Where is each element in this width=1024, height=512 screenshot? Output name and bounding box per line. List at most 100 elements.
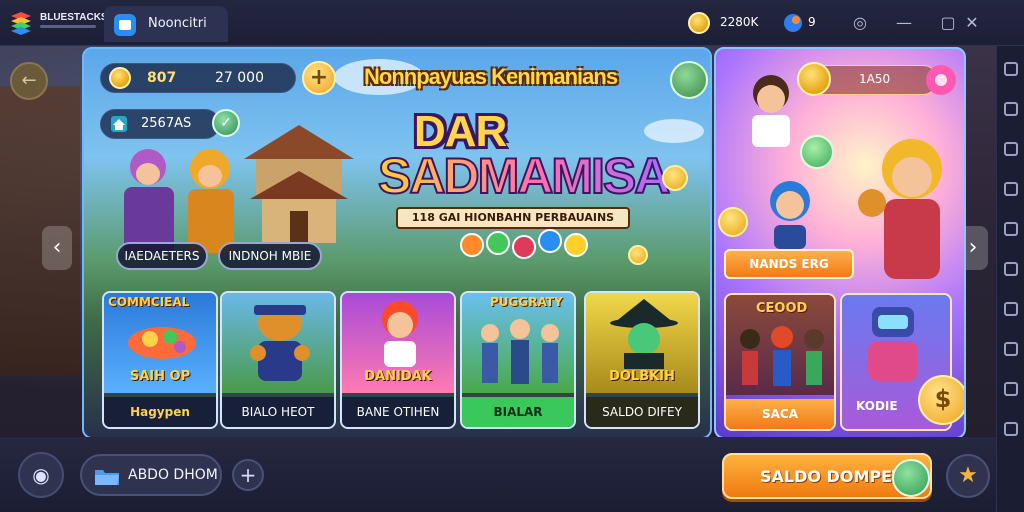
star-icon[interactable]: ★ (946, 454, 990, 498)
camera-icon[interactable]: ◉ (18, 452, 64, 498)
minimize-icon[interactable]: — (892, 11, 916, 35)
app-tab-label: Nooncitri (148, 16, 207, 31)
brand[interactable]: BLUESTACKS (8, 10, 108, 36)
coin-balance-pill[interactable]: 807 27 000 (100, 63, 296, 93)
card-label: KODIE (856, 399, 898, 413)
brand-name: BLUESTACKS (40, 12, 108, 23)
rocket-icon (128, 327, 196, 359)
temple-illustration (244, 125, 354, 243)
coin-amount: 807 (147, 70, 177, 86)
add-button-label: ABDO DHOM (128, 467, 218, 483)
app-icon (114, 14, 136, 36)
fullscreen-icon[interactable] (1004, 62, 1018, 76)
coin-decoration (628, 245, 648, 265)
screenshot-icon[interactable] (1004, 182, 1018, 196)
game-logo-ribbon: 118 GAI HIONBAHN PERBAUAINS (396, 207, 630, 229)
add-gems-button[interactable]: ✓ (212, 109, 240, 137)
cloud (644, 119, 704, 143)
volume-icon[interactable] (1004, 222, 1018, 236)
card-bottom-title: SAIH OP (129, 369, 191, 384)
header-title: Nonnpayuas Kenimanians (364, 64, 618, 89)
game-card-5[interactable]: DOLBKIH SALDO DIFEY (584, 291, 700, 429)
card-bottom-title: DOLBKIH (609, 369, 675, 384)
game-card-1[interactable]: COMMCIEAL SAIH OP Hagypen (102, 291, 218, 429)
settings-icon[interactable] (1004, 382, 1018, 396)
apk-icon[interactable] (1004, 262, 1018, 276)
carousel-prev-icon[interactable]: ‹ (42, 226, 72, 270)
leaf-icon (892, 459, 930, 497)
house-icon (111, 116, 127, 132)
promo-mid-button[interactable]: NANDS ERG (724, 249, 854, 279)
keyboard-icon[interactable] (1004, 142, 1018, 156)
balance-value: 27 000 (215, 70, 264, 86)
promo-top-value: 1A50 (859, 72, 891, 86)
brand-subtitle-bar (40, 25, 96, 28)
add-coins-button[interactable]: + (302, 61, 336, 95)
robot-character-icon (868, 307, 918, 381)
coin-badge-button[interactable]: $ (918, 375, 964, 425)
card-art: CEOOD (726, 295, 834, 395)
shake-icon[interactable] (1004, 342, 1018, 356)
soldiers-icon (481, 319, 559, 384)
card-art: PUGGRATY (462, 293, 574, 393)
coin-icon (688, 12, 710, 34)
card-top-title: PUGGRATY (490, 295, 563, 309)
add-button[interactable]: ABDO DHOM (80, 454, 222, 496)
gem-balance-pill[interactable]: 2567AS (100, 109, 220, 139)
card-bottom-title: DANIDAK (364, 369, 432, 384)
help-icon[interactable]: ◎ (848, 11, 872, 35)
game-logo-line2: SADMAMISA (377, 147, 671, 205)
rotate-icon[interactable] (1004, 102, 1018, 116)
game-card-4[interactable]: PUGGRATY BIALAR (460, 291, 576, 429)
coin-decoration (662, 165, 688, 191)
hero-button-2[interactable]: INDNOH MBIE (218, 242, 322, 270)
coin-icon (109, 67, 131, 89)
hero-character-icon (382, 301, 418, 367)
game-card-3[interactable]: DANIDAK BANE OTIHEN (340, 291, 456, 429)
titlebar-gem-value: 9 (808, 15, 816, 29)
back-icon[interactable] (1004, 422, 1018, 436)
featured-panel: 807 27 000 + 2567AS ✓ Nonnpayuas Keniman… (82, 47, 712, 439)
hero-button-1[interactable]: IAEDAETERS (116, 242, 208, 270)
girl-character-icon (770, 181, 810, 249)
card-label: Hagypen (104, 397, 216, 427)
bottom-bar: ◉ ABDO DHOM + SALDO DOMPET ★ (0, 437, 996, 512)
location-icon[interactable] (1004, 302, 1018, 316)
saldo-dompet-button[interactable]: SALDO DOMPET (722, 453, 932, 499)
card-label: SACA (726, 399, 834, 429)
close-icon[interactable]: ✕ (960, 11, 984, 35)
gem-icon (784, 14, 802, 32)
witch-character-icon (610, 299, 678, 369)
card-art (222, 293, 334, 393)
emulator-sidebar (996, 46, 1024, 512)
card-label: BIALAR (462, 397, 574, 427)
game-card-2[interactable]: BIALO HEOT (220, 291, 336, 429)
gem-value: 2567AS (141, 116, 192, 131)
card-art: DANIDAK (342, 293, 454, 393)
candy-decoration (800, 135, 834, 169)
donut-icon[interactable] (924, 63, 958, 97)
titlebar-coin-value: 2280K (720, 15, 759, 29)
app-tab[interactable]: Nooncitri (104, 6, 228, 42)
plus-icon[interactable]: + (232, 459, 264, 491)
card-top-title: CEOOD (756, 301, 808, 316)
leaf-icon[interactable] (670, 61, 708, 99)
promo-card-1[interactable]: CEOOD SACA (724, 293, 836, 431)
cta-label: SALDO DOMPET (760, 467, 903, 486)
card-art: DOLBKIH (586, 293, 698, 393)
coin-decoration (718, 207, 748, 237)
title-bar: BLUESTACKS Nooncitri 2280K 9 ◎ — ▢ ✕ (0, 0, 1024, 46)
card-label: BIALO HEOT (222, 397, 334, 427)
maximize-icon[interactable]: ▢ (936, 11, 960, 35)
card-label: SALDO DIFEY (586, 397, 698, 427)
folder-icon (95, 470, 119, 485)
knight-girl-character-icon (858, 139, 942, 279)
back-arrow-icon[interactable]: ← (10, 62, 48, 100)
boy-character-icon (752, 75, 790, 147)
promo-panel: 1A50 NANDS ERG CEOOD SACA KODIE $ (714, 47, 966, 439)
card-top-title: COMMCIEAL (108, 295, 190, 309)
promo-top-bar[interactable]: 1A50 (797, 62, 938, 96)
candy-decoration (460, 227, 610, 263)
titlebar-coins[interactable]: 2280K (688, 12, 758, 34)
card-label: BANE OTIHEN (342, 397, 454, 427)
